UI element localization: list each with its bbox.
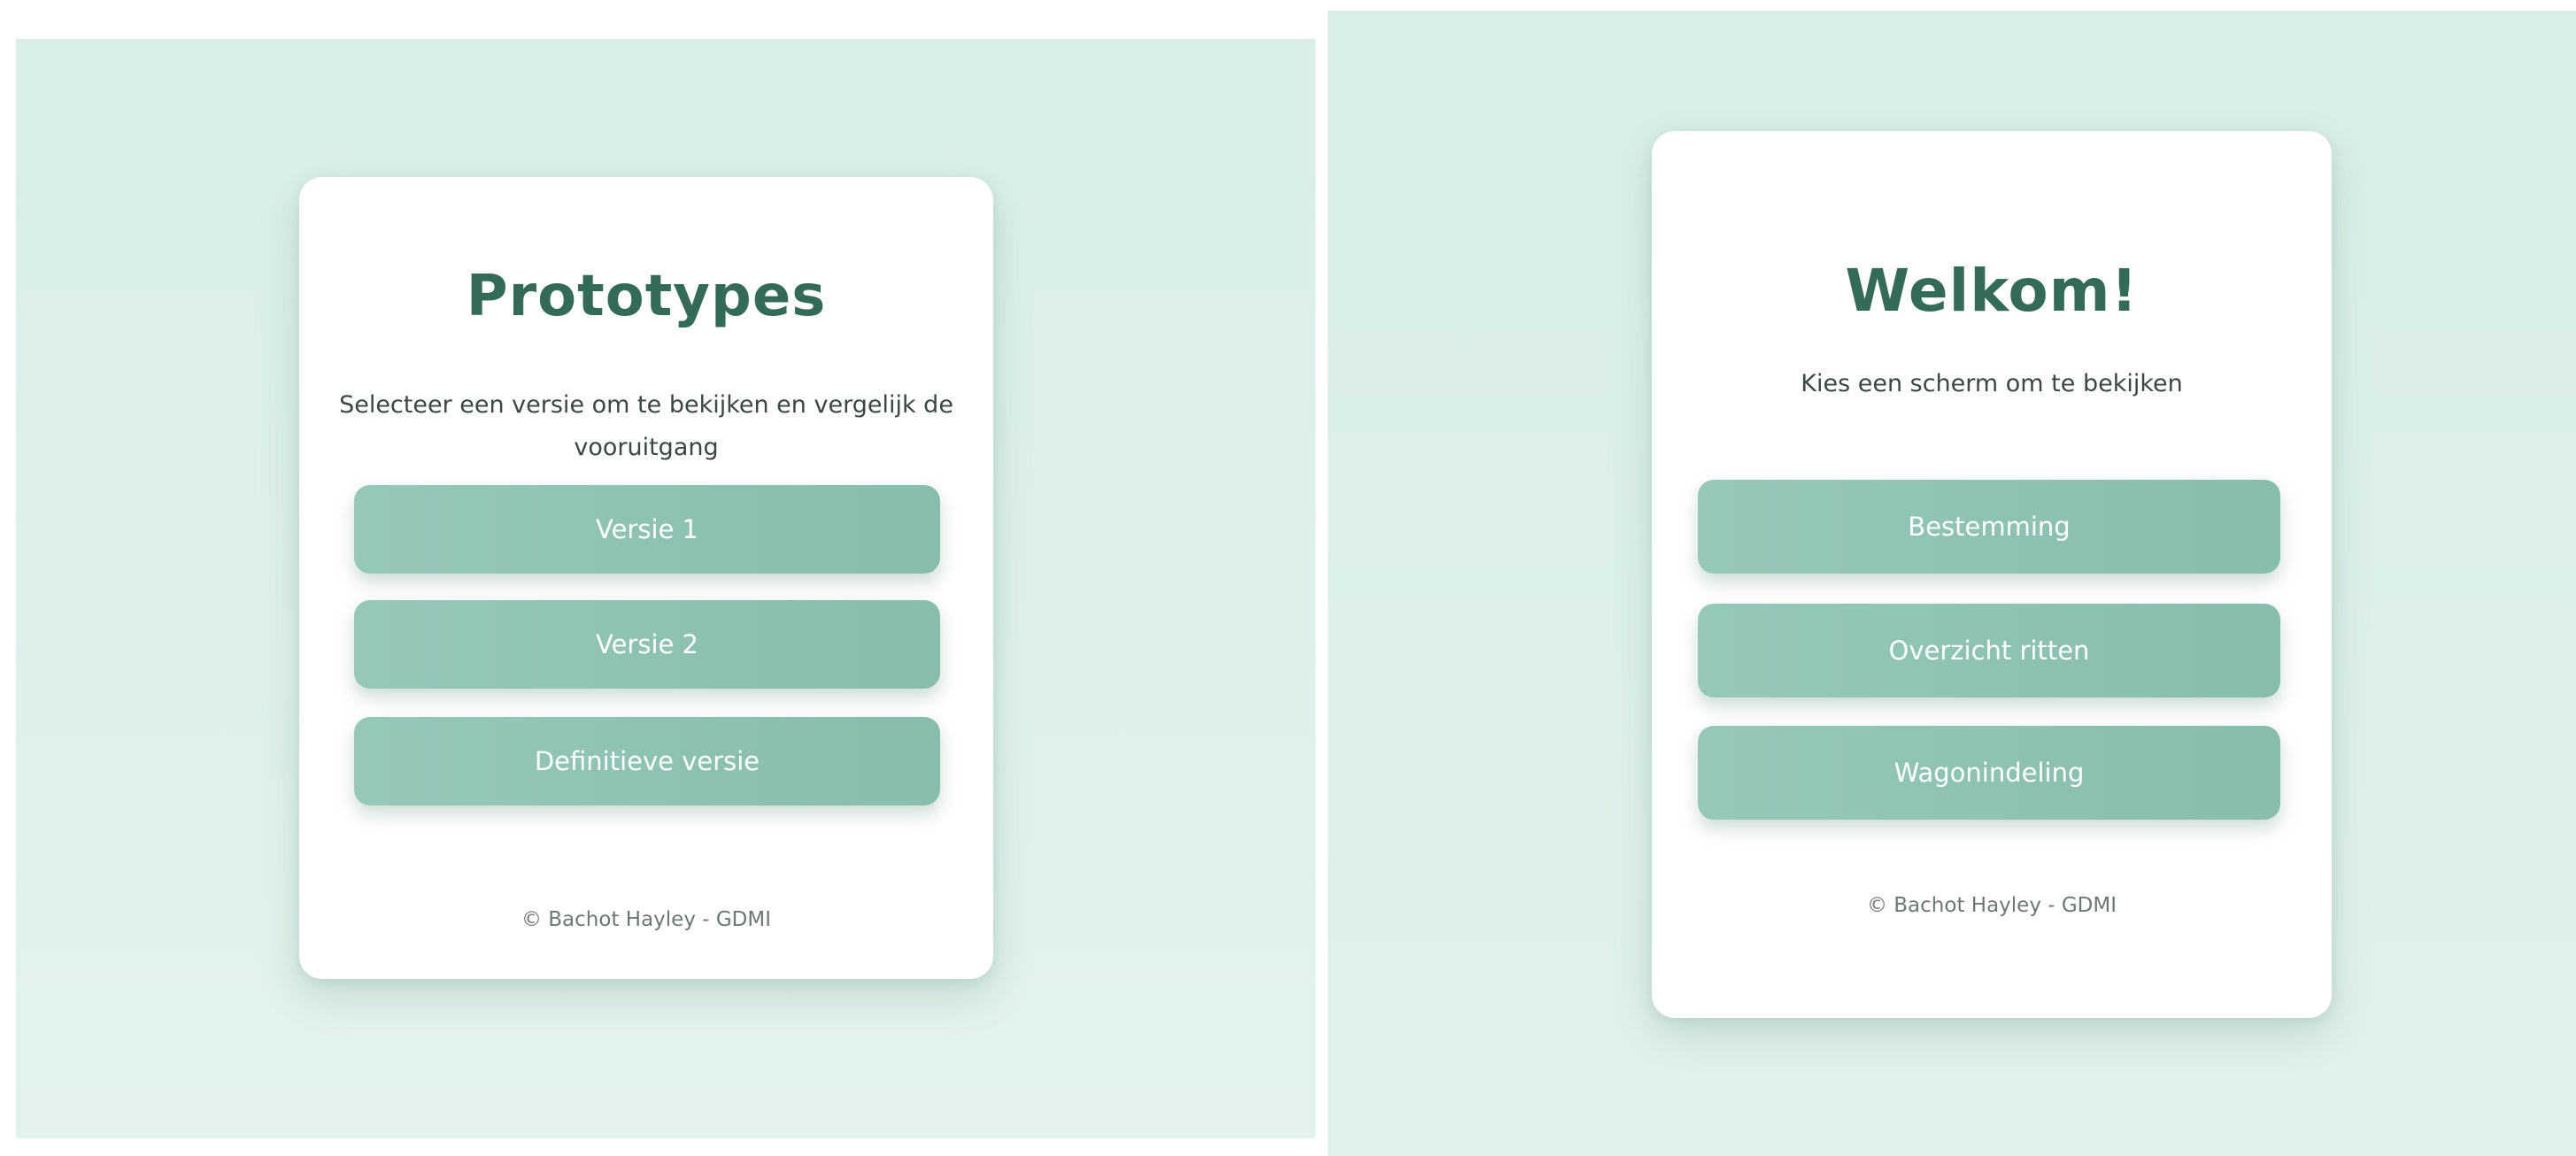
copyright-footer: © Bachot Hayley - GDMI bbox=[1866, 894, 2117, 917]
prototypes-card: Prototypes Selecteer een versie om te be… bbox=[299, 177, 993, 979]
wagonindeling-button[interactable]: Wagonindeling bbox=[1698, 726, 2280, 820]
definitieve-versie-button[interactable]: Definitieve versie bbox=[354, 717, 940, 805]
page-subtitle: Kies een scherm om te bekijken bbox=[1801, 370, 2183, 397]
copyright-footer: © Bachot Hayley - GDMI bbox=[521, 908, 772, 931]
prototypes-page: Prototypes Selecteer een versie om te be… bbox=[16, 39, 1315, 1138]
overzicht-ritten-button[interactable]: Overzicht ritten bbox=[1698, 604, 2280, 697]
page-title: Prototypes bbox=[466, 264, 827, 329]
page-title: Welkom! bbox=[1845, 257, 2139, 325]
versie-1-button[interactable]: Versie 1 bbox=[354, 485, 940, 574]
page-subtitle: Selecteer een versie om te bekijken en v… bbox=[339, 391, 953, 461]
screenshot-canvas: Prototypes Selecteer een versie om te be… bbox=[0, 0, 2576, 1156]
bestemming-button[interactable]: Bestemming bbox=[1698, 480, 2280, 574]
welcome-card: Welkom! Kies een scherm om te bekijken B… bbox=[1652, 131, 2332, 1018]
versie-2-button[interactable]: Versie 2 bbox=[354, 600, 940, 689]
welcome-page: Welkom! Kies een scherm om te bekijken B… bbox=[1328, 11, 2576, 1156]
